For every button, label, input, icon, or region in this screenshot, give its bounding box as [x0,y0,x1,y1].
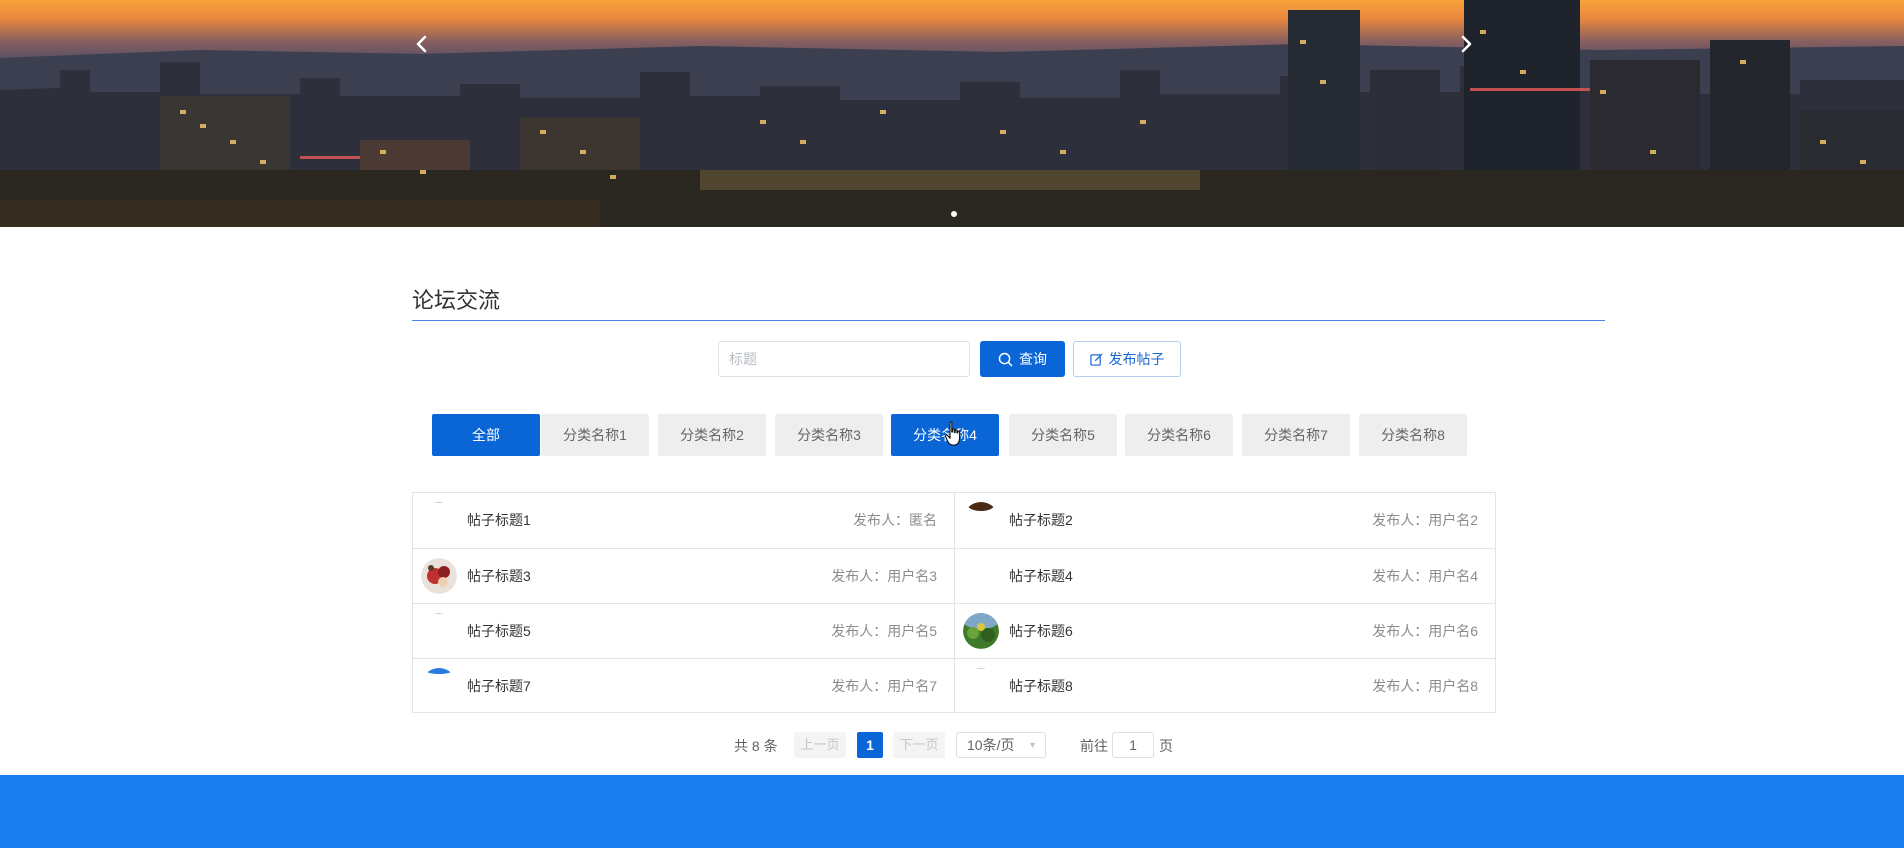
post-author: 发布人：用户名8 [1372,678,1478,694]
post-item[interactable]: 帖子标题4 发布人：用户名4 [954,548,1496,603]
avatar [963,668,999,704]
category-tab-all[interactable]: 全部 [432,414,540,456]
post-author: 发布人：匿名 [853,512,937,528]
prev-page-button[interactable]: 上一页 [794,732,846,758]
post-author: 发布人：用户名7 [831,678,937,694]
carousel-next-button[interactable] [1458,34,1492,68]
avatar [963,502,999,538]
post-author: 发布人：用户名4 [1372,568,1478,584]
post-item[interactable]: 帖子标题3 发布人：用户名3 [413,548,955,603]
query-button-label: 查询 [1019,351,1047,367]
avatar [421,613,457,649]
post-title: 帖子标题8 [1009,678,1073,694]
query-button[interactable]: 查询 [980,341,1065,377]
category-tab-2[interactable]: 分类名称2 [658,414,766,456]
chevron-right-icon [1461,35,1472,53]
post-title: 帖子标题3 [467,568,531,584]
page-size-value: 10条/页 [967,737,1015,753]
hand-cursor-icon [944,421,961,446]
avatar [963,558,999,594]
post-item[interactable]: 帖子标题7 发布人：用户名7 [413,658,955,713]
post-author: 发布人：用户名5 [831,623,937,639]
category-tab-7[interactable]: 分类名称7 [1242,414,1350,456]
goto-label: 前往 [1080,738,1108,754]
category-tab-3[interactable]: 分类名称3 [775,414,883,456]
category-tab-label: 分类名称1 [563,427,627,443]
post-item[interactable]: 帖子标题6 发布人：用户名6 [954,603,1496,658]
post-list: 帖子标题1 发布人：匿名 帖子标题2 发布人：用户名2 帖子标题3 发布人：用户… [412,492,1496,713]
post-title: 帖子标题6 [1009,623,1073,639]
chevron-down-icon: ▼ [1028,740,1037,750]
post-title: 帖子标题1 [467,512,531,528]
category-tab-label: 分类名称2 [680,427,744,443]
post-author: 发布人：用户名6 [1372,623,1478,639]
hero-carousel [0,0,1904,227]
post-item[interactable]: 帖子标题5 发布人：用户名5 [413,603,955,658]
pagination-total: 共 8 条 [734,738,778,754]
page-number-1[interactable]: 1 [857,732,883,758]
page-size-select[interactable]: 10条/页 ▼ [956,732,1046,758]
carousel-prev-button[interactable] [414,34,448,68]
title-divider [412,320,1605,321]
post-author: 发布人：用户名2 [1372,512,1478,528]
avatar [421,502,457,538]
category-tab-label: 分类名称6 [1147,427,1211,443]
post-item[interactable]: 帖子标题2 发布人：用户名2 [954,493,1496,548]
goto-suffix: 页 [1159,738,1173,754]
post-item[interactable]: 帖子标题8 发布人：用户名8 [954,658,1496,713]
avatar [963,613,999,649]
chevron-left-icon [416,35,427,53]
goto-page-input[interactable] [1112,732,1154,758]
page-footer [0,775,1904,848]
category-tab-6[interactable]: 分类名称6 [1125,414,1233,456]
category-tab-8[interactable]: 分类名称8 [1359,414,1467,456]
category-tab-1[interactable]: 分类名称1 [541,414,649,456]
post-title: 帖子标题5 [467,623,531,639]
pagination: 共 8 条 上一页 1 下一页 10条/页 ▼ 前往 页 [0,732,1904,758]
category-tab-label: 全部 [472,427,500,443]
post-author: 发布人：用户名3 [831,568,937,584]
publish-post-button[interactable]: 发布帖子 [1073,341,1181,377]
post-title: 帖子标题7 [467,678,531,694]
title-search-input[interactable] [718,341,970,377]
category-tab-5[interactable]: 分类名称5 [1009,414,1117,456]
category-tab-label: 分类名称8 [1381,427,1445,443]
post-item[interactable]: 帖子标题1 发布人：匿名 [413,493,955,548]
page-title: 论坛交流 [412,288,501,313]
search-icon [998,352,1013,366]
avatar [421,668,457,704]
avatar [421,558,457,594]
category-tab-label: 分类名称5 [1031,427,1095,443]
next-page-button[interactable]: 下一页 [893,732,945,758]
category-tab-label: 分类名称7 [1264,427,1328,443]
carousel-indicator-dot[interactable] [951,211,957,217]
city-skyline-image [0,0,1904,227]
edit-icon [1089,353,1102,366]
publish-post-button-label: 发布帖子 [1108,351,1165,367]
post-title: 帖子标题4 [1009,568,1073,584]
post-title: 帖子标题2 [1009,512,1073,528]
category-tab-label: 分类名称3 [797,427,861,443]
